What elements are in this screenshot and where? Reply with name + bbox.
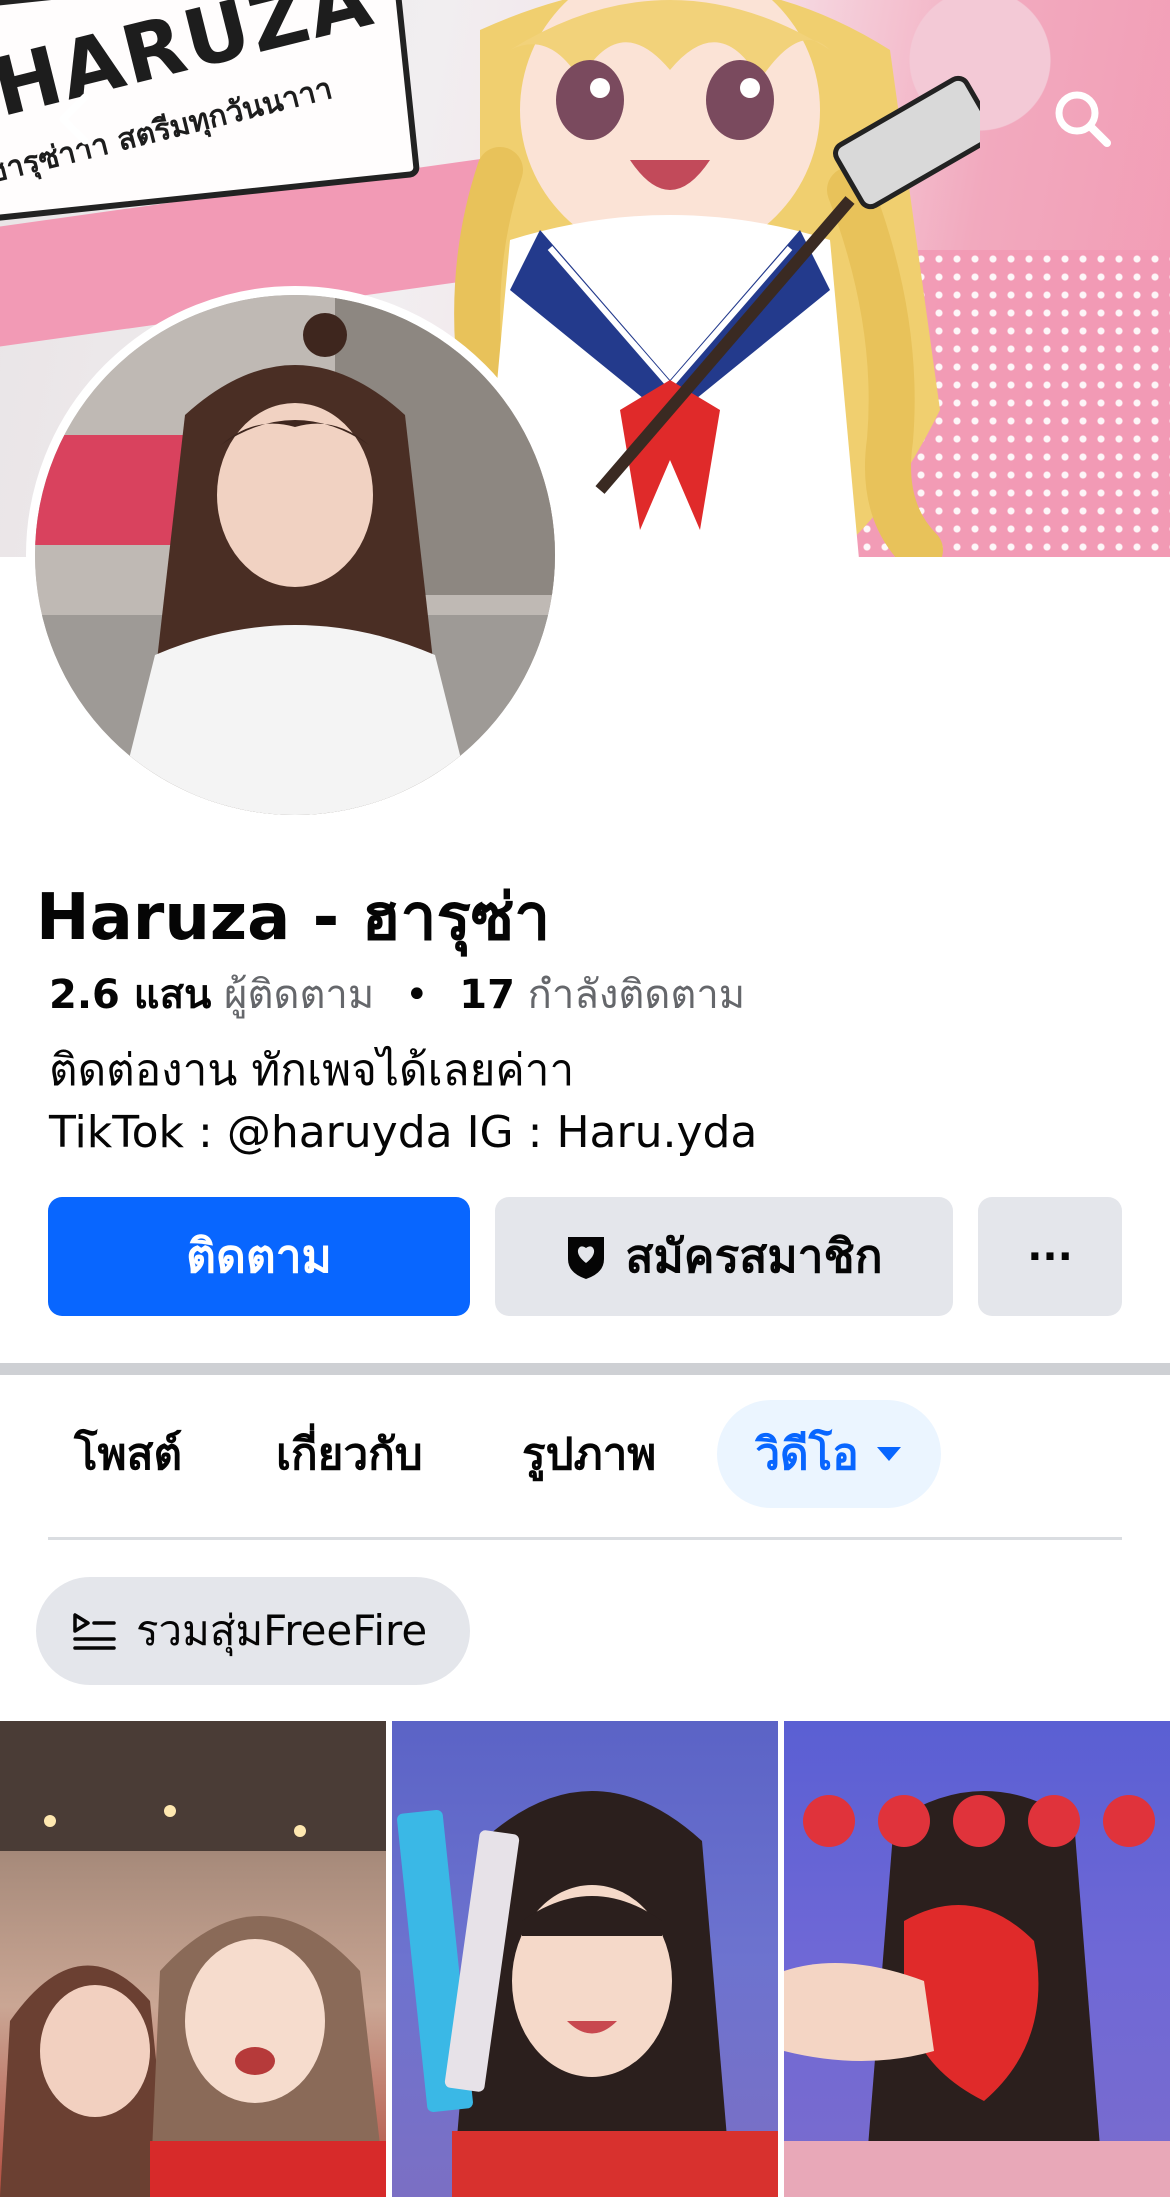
page-title: Haruza - ฮารุซ่า <box>36 881 551 955</box>
tab-posts[interactable]: โพสต์ <box>40 1400 216 1508</box>
video-thumbnail-2-image <box>397 1791 778 2197</box>
stats-separator: • <box>404 972 429 1018</box>
video-thumbnail-3-image <box>784 1791 1170 2197</box>
back-button[interactable] <box>38 84 108 154</box>
tab-about[interactable]: เกี่ยวกับ <box>242 1400 457 1508</box>
search-icon <box>1055 91 1111 147</box>
section-divider <box>0 1363 1170 1375</box>
tab-photos[interactable]: รูปภาพ <box>488 1400 690 1508</box>
more-options-button[interactable]: ··· <box>978 1197 1122 1316</box>
tabs-divider <box>48 1537 1122 1540</box>
tab-videos-label: วิดีโอ <box>755 1429 859 1480</box>
tab-about-label: เกี่ยวกับ <box>276 1429 423 1480</box>
following-label[interactable]: กำลังติดตาม <box>528 972 745 1018</box>
followers-label[interactable]: ผู้ติดตาม <box>224 972 374 1018</box>
video-thumbnail-1[interactable] <box>0 1721 386 2197</box>
playlist-icon <box>73 1613 116 1650</box>
followers-count[interactable]: 2.6 แสน <box>49 972 211 1018</box>
avatar[interactable] <box>26 286 564 824</box>
bio-line-2: TikTok : @haruyda IG : Haru.yda <box>49 1107 758 1158</box>
tab-photos-label: รูปภาพ <box>522 1429 657 1480</box>
follow-stats: 2.6 แสน ผู้ติดตาม • 17 กำลังติดตาม <box>49 962 745 1026</box>
search-button[interactable] <box>1048 84 1118 154</box>
video-thumbnail-1-image <box>0 1721 386 2197</box>
following-count[interactable]: 17 <box>459 972 515 1018</box>
bio-line-1: ติดต่องาน ทักเพจได้เลยค่าา <box>49 1045 575 1096</box>
bio: ติดต่องาน ทักเพจได้เลยค่าา TikTok : @har… <box>49 1040 757 1164</box>
subscribe-button-label: สมัครสมาชิก <box>625 1229 883 1283</box>
more-options-icon: ··· <box>1027 1233 1073 1280</box>
playlist-chip[interactable]: รวมสุ่มFreeFire <box>36 1577 470 1685</box>
subscribe-button[interactable]: สมัครสมาชิก <box>495 1197 953 1316</box>
profile-page: HARUZA ฮารุซ่าาา สตรีมทุกวันนาาา Haruza … <box>0 0 1170 2197</box>
tab-posts-label: โพสต์ <box>74 1429 183 1480</box>
video-thumbnail-3[interactable] <box>784 1721 1170 2197</box>
caret-down-icon <box>876 1447 901 1461</box>
avatar-photo <box>35 295 555 815</box>
chevron-left-icon <box>59 93 89 145</box>
video-thumbnail-2[interactable] <box>392 1721 778 2197</box>
follow-button-label: ติดตาม <box>186 1229 332 1283</box>
follow-button[interactable]: ติดตาม <box>48 1197 470 1316</box>
playlist-chip-label: รวมสุ่มFreeFire <box>136 1606 428 1655</box>
shield-heart-icon <box>568 1236 605 1279</box>
tab-videos[interactable]: วิดีโอ <box>717 1400 941 1508</box>
